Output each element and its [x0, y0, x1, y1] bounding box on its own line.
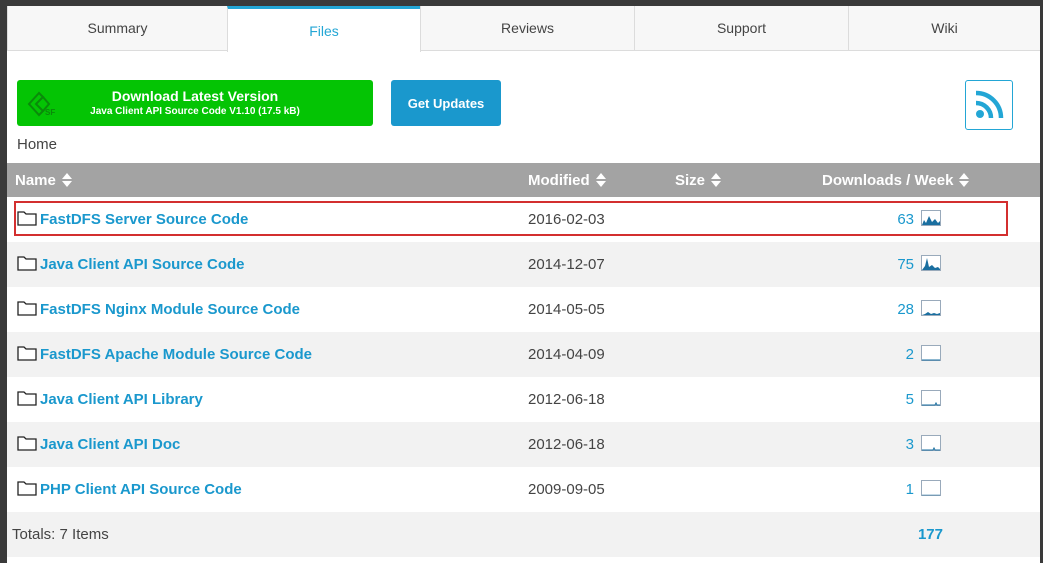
- sparkline-icon[interactable]: [921, 300, 941, 316]
- table-row[interactable]: Java Client API Source Code 2014-12-07 7…: [7, 242, 1040, 287]
- sort-icon: [61, 173, 72, 187]
- sort-icon: [711, 173, 722, 187]
- sparkline-icon[interactable]: [921, 345, 941, 361]
- download-title: Download Latest Version: [111, 88, 279, 104]
- modified-date: 2014-05-05: [528, 301, 605, 318]
- tab-support[interactable]: Support: [634, 6, 849, 51]
- table-row[interactable]: FastDFS Apache Module Source Code 2014-0…: [7, 332, 1040, 377]
- totals-downloads: 177: [917, 526, 943, 543]
- tab-wiki[interactable]: Wiki: [848, 6, 1040, 51]
- folder-icon: [17, 346, 37, 361]
- tab-reviews[interactable]: Reviews: [420, 6, 635, 51]
- download-count[interactable]: 5: [906, 377, 914, 422]
- modified-date: 2014-04-09: [528, 346, 605, 363]
- download-count[interactable]: 28: [897, 287, 914, 332]
- files-panel: Summary Files Reviews Support Wiki SF Do…: [7, 6, 1040, 563]
- file-link[interactable]: FastDFS Apache Module Source Code: [40, 332, 312, 377]
- file-link[interactable]: Java Client API Library: [40, 377, 203, 422]
- folder-icon: [17, 256, 37, 271]
- download-count[interactable]: 75: [897, 242, 914, 287]
- table-row[interactable]: FastDFS Server Source Code 2016-02-03 63: [7, 197, 1040, 242]
- table-row[interactable]: PHP Client API Source Code 2009-09-05 1: [7, 467, 1040, 512]
- table-header: Name Modified Size Downloads / Week: [7, 163, 1040, 197]
- download-subtitle: Java Client API Source Code V1.10 (17.5 …: [90, 106, 300, 117]
- file-link[interactable]: FastDFS Server Source Code: [40, 197, 248, 242]
- column-downloads-label: Downloads / Week: [822, 171, 954, 189]
- column-size-label: Size: [675, 171, 706, 189]
- totals-label: Totals: 7 Items: [12, 526, 109, 543]
- rss-icon: [975, 90, 1004, 119]
- sparkline-icon[interactable]: [921, 255, 941, 271]
- sparkline-icon[interactable]: [921, 480, 941, 496]
- tab-bar: Summary Files Reviews Support Wiki: [7, 6, 1040, 52]
- file-link[interactable]: PHP Client API Source Code: [40, 467, 242, 512]
- column-size[interactable]: Size: [675, 163, 722, 197]
- sparkline-icon[interactable]: [921, 390, 941, 406]
- table-row[interactable]: FastDFS Nginx Module Source Code 2014-05…: [7, 287, 1040, 332]
- column-name-label: Name: [15, 171, 56, 189]
- rss-feed-button[interactable]: [965, 80, 1013, 130]
- folder-icon: [17, 481, 37, 496]
- folder-icon: [17, 301, 37, 316]
- get-updates-button[interactable]: Get Updates: [391, 80, 501, 126]
- column-name[interactable]: Name: [15, 163, 72, 197]
- table-row[interactable]: Java Client API Doc 2012-06-18 3: [7, 422, 1040, 467]
- file-link[interactable]: Java Client API Source Code: [40, 242, 245, 287]
- folder-icon: [17, 391, 37, 406]
- totals-row: Totals: 7 Items 177: [7, 512, 1040, 557]
- modified-date: 2014-12-07: [528, 256, 605, 273]
- column-modified[interactable]: Modified: [528, 163, 606, 197]
- column-modified-label: Modified: [528, 171, 590, 189]
- sparkline-icon[interactable]: [921, 210, 941, 226]
- breadcrumb[interactable]: Home: [17, 136, 57, 153]
- download-latest-button[interactable]: SF Download Latest Version Java Client A…: [17, 80, 373, 126]
- file-link[interactable]: Java Client API Doc: [40, 422, 180, 467]
- download-count[interactable]: 2: [906, 332, 914, 377]
- folder-icon: [17, 436, 37, 451]
- sort-icon: [959, 173, 970, 187]
- column-downloads[interactable]: Downloads / Week: [822, 163, 970, 197]
- modified-date: 2009-09-05: [528, 481, 605, 498]
- sort-icon: [595, 173, 606, 187]
- download-count[interactable]: 3: [906, 422, 914, 467]
- download-count[interactable]: 63: [897, 197, 914, 242]
- folder-icon: [17, 211, 37, 226]
- table-row[interactable]: Java Client API Library 2012-06-18 5: [7, 377, 1040, 422]
- tab-summary[interactable]: Summary: [7, 6, 228, 51]
- sparkline-icon[interactable]: [921, 435, 941, 451]
- file-link[interactable]: FastDFS Nginx Module Source Code: [40, 287, 300, 332]
- download-count[interactable]: 1: [906, 467, 914, 512]
- tab-files[interactable]: Files: [227, 6, 421, 52]
- modified-date: 2012-06-18: [528, 391, 605, 408]
- modified-date: 2016-02-03: [528, 211, 605, 228]
- modified-date: 2012-06-18: [528, 436, 605, 453]
